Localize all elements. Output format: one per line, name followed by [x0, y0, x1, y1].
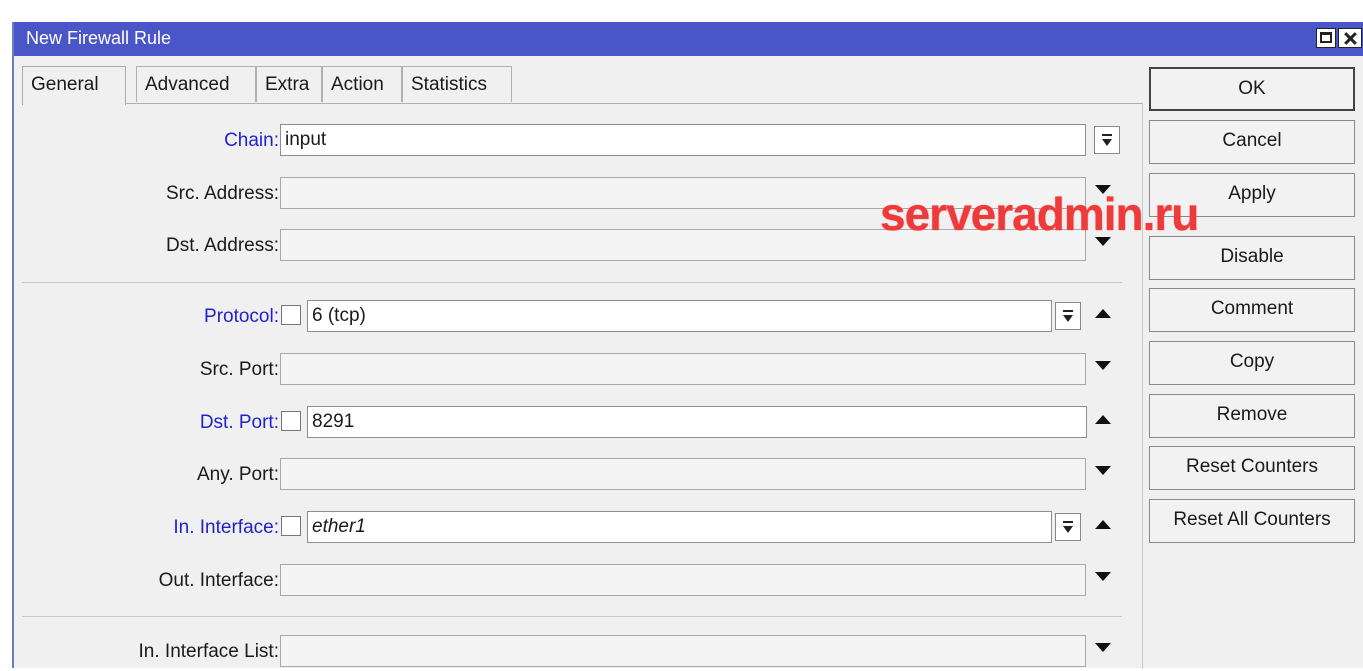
tab-statistics[interactable]: Statistics [402, 66, 512, 102]
protocol-negate-checkbox[interactable] [281, 305, 301, 325]
cancel-button[interactable]: Cancel [1149, 120, 1355, 164]
any-port-label: Any. Port: [196, 464, 279, 485]
in-interface-list-label: In. Interface List: [138, 641, 279, 662]
dst-port-input[interactable]: 8291 [307, 406, 1087, 438]
arrow-up-icon[interactable] [1095, 309, 1111, 318]
out-interface-row: Out. Interface: [22, 564, 1142, 600]
protocol-row: Protocol: 6 (tcp) [22, 300, 1142, 336]
dst-address-label: Dst. Address: [166, 235, 279, 256]
remove-button[interactable]: Remove [1149, 394, 1355, 438]
dropdown-icon[interactable] [1055, 302, 1081, 330]
dst-port-row: Dst. Port: 8291 [22, 406, 1142, 442]
tab-general[interactable]: General [22, 66, 126, 105]
any-port-input[interactable] [280, 458, 1086, 490]
in-interface-list-row: In. Interface List: [22, 635, 1142, 671]
firewall-rule-window: New Firewall Rule General Advanced Extra… [12, 22, 1363, 671]
reset-counters-button[interactable]: Reset Counters [1149, 446, 1355, 490]
separator [22, 616, 1122, 617]
any-port-row: Any. Port: [22, 458, 1142, 494]
reset-all-counters-button[interactable]: Reset All Counters [1149, 499, 1355, 543]
tab-action[interactable]: Action [322, 66, 402, 102]
in-interface-list-input[interactable] [280, 635, 1086, 667]
arrow-down-icon[interactable] [1095, 361, 1111, 370]
copy-button[interactable]: Copy [1149, 341, 1355, 385]
out-interface-label: Out. Interface: [158, 570, 279, 591]
arrow-up-icon[interactable] [1095, 415, 1111, 424]
chain-label: Chain: [224, 130, 279, 151]
in-interface-input[interactable]: ether1 [307, 511, 1052, 543]
watermark: serveradmin.ru [880, 188, 1199, 240]
tab-extra[interactable]: Extra [256, 66, 322, 102]
chain-input[interactable]: input [280, 124, 1086, 156]
close-icon[interactable] [1338, 28, 1362, 48]
src-address-label: Src. Address: [166, 183, 279, 204]
dropdown-icon[interactable] [1094, 126, 1120, 154]
protocol-label: Protocol: [204, 306, 279, 327]
restore-icon[interactable] [1316, 28, 1336, 48]
in-interface-row: In. Interface: ether1 [22, 511, 1142, 547]
tab-advanced[interactable]: Advanced [136, 66, 256, 102]
disable-button[interactable]: Disable [1149, 236, 1355, 280]
chain-row: Chain: input [22, 124, 1142, 160]
title-bar[interactable]: New Firewall Rule [14, 22, 1363, 56]
dst-port-label: Dst. Port: [199, 412, 279, 433]
src-port-row: Src. Port: [22, 353, 1142, 389]
src-port-label: Src. Port: [199, 359, 279, 380]
arrow-down-icon[interactable] [1095, 466, 1111, 475]
ok-button[interactable]: OK [1149, 67, 1355, 111]
out-interface-input[interactable] [280, 564, 1086, 596]
arrow-down-icon[interactable] [1095, 643, 1111, 652]
in-interface-negate-checkbox[interactable] [281, 516, 301, 536]
window-title: New Firewall Rule [26, 28, 172, 48]
protocol-input[interactable]: 6 (tcp) [307, 300, 1052, 332]
separator [22, 282, 1122, 283]
comment-button[interactable]: Comment [1149, 288, 1355, 332]
arrow-down-icon[interactable] [1095, 572, 1111, 581]
src-port-input[interactable] [280, 353, 1086, 385]
dropdown-icon[interactable] [1055, 513, 1081, 541]
in-interface-label: In. Interface: [173, 517, 279, 538]
dst-port-negate-checkbox[interactable] [281, 411, 301, 431]
arrow-up-icon[interactable] [1095, 520, 1111, 529]
